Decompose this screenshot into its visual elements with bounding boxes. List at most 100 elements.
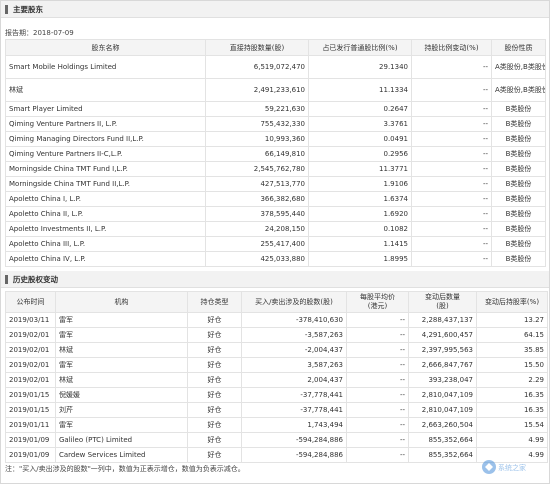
column-header: 持股比例变动(%) xyxy=(411,39,492,56)
change-after-quantity: 855,352,664 xyxy=(408,432,477,448)
holder-share-type: B类股份 xyxy=(491,236,546,252)
change-avg-price: -- xyxy=(346,312,409,328)
change-avg-price: -- xyxy=(346,387,409,403)
change-avg-price: -- xyxy=(346,372,409,388)
change-date: 2019/01/11 xyxy=(5,417,56,433)
holder-name: Qiming Venture Partners II-C,L.P. xyxy=(5,146,206,162)
holder-name: Apoletto China I, L.P. xyxy=(5,191,206,207)
column-header: 股份性质 xyxy=(491,39,546,56)
holder-percent: 1.8995 xyxy=(308,251,412,267)
table-header-row: 公布时间 机构 持仓类型 买入/卖出涉及的股数(股) 每股平均价 (港元) 变动后数量 (股)… xyxy=(5,291,548,313)
holder-name: Apoletto China IV, L.P. xyxy=(5,251,206,267)
change-institution: 倪媛媛 xyxy=(55,387,188,403)
change-after-quantity: 2,397,995,563 xyxy=(408,342,477,358)
change-avg-price: -- xyxy=(346,327,409,343)
holder-change: -- xyxy=(411,131,492,147)
change-avg-price: -- xyxy=(346,447,409,463)
holder-name: Apoletto China III, L.P. xyxy=(5,236,206,252)
change-quantity: -3,587,263 xyxy=(241,327,347,343)
change-avg-price: -- xyxy=(346,402,409,418)
holder-name: Qiming Managing Directors Fund II,L.P. xyxy=(5,131,206,147)
holder-change: -- xyxy=(411,191,492,207)
holder-shares: 2,545,762,780 xyxy=(205,161,309,177)
holder-name: Smart Mobile Holdings Limited xyxy=(5,55,206,79)
change-quantity: 1,743,494 xyxy=(241,417,347,433)
holder-percent: 11.1334 xyxy=(308,78,412,102)
holder-change: -- xyxy=(411,146,492,162)
column-header: 持仓类型 xyxy=(187,291,242,313)
table-row: 2019/01/09 Galileo (PTC) Limited 好仓 -594,28… xyxy=(5,432,548,448)
report-date: 报告期：2018-07-09 xyxy=(5,29,74,37)
holder-percent: 29.1340 xyxy=(308,55,412,79)
change-after-rate: 15.54 xyxy=(476,417,548,433)
table-row: 2019/03/11 雷军 好仓 -378,410,630 -- 2,288,437,13… xyxy=(5,312,548,328)
table-row: Apoletto China III, L.P. 255,417,400 1.141… xyxy=(5,236,546,252)
major-holders-table: 股东名称 直接持股数量(股) 占已发行普通股比例(%) 持股比例变动(%) 股份性质 S… xyxy=(5,39,546,267)
column-header: 机构 xyxy=(55,291,188,313)
table-row: Smart Player Limited 59,221,630 0.2647 -- B类… xyxy=(5,101,546,117)
holder-shares: 59,221,630 xyxy=(205,101,309,117)
change-quantity: -378,410,630 xyxy=(241,312,347,328)
holder-share-type: A类股份,B类股份 xyxy=(491,78,546,102)
change-institution: 雷军 xyxy=(55,312,188,328)
holder-share-type: B类股份 xyxy=(491,161,546,177)
watermark-logo: 系统之家 xyxy=(482,460,526,474)
change-position-type: 好仓 xyxy=(187,357,242,373)
section-marker-icon xyxy=(5,274,8,284)
table-header-row: 股东名称 直接持股数量(股) 占已发行普通股比例(%) 持股比例变动(%) 股份性质 xyxy=(5,39,546,56)
change-institution: 雷军 xyxy=(55,417,188,433)
change-position-type: 好仓 xyxy=(187,387,242,403)
holder-name: Qiming Venture Partners II, L.P. xyxy=(5,116,206,132)
column-header: 买入/卖出涉及的股数(股) xyxy=(241,291,347,313)
change-date: 2019/01/15 xyxy=(5,402,56,418)
change-quantity: 2,004,437 xyxy=(241,372,347,388)
equity-changes-table: 公布时间 机构 持仓类型 买入/卖出涉及的股数(股) 每股平均价 (港元) 变动后数量 (股)… xyxy=(5,291,548,463)
holder-percent: 1.1415 xyxy=(308,236,412,252)
change-after-quantity: 2,666,847,767 xyxy=(408,357,477,373)
holder-change: -- xyxy=(411,236,492,252)
change-after-quantity: 2,810,047,109 xyxy=(408,387,477,403)
holder-shares: 66,149,810 xyxy=(205,146,309,162)
change-after-quantity: 4,291,600,457 xyxy=(408,327,477,343)
change-after-quantity: 2,288,437,137 xyxy=(408,312,477,328)
table-row: Apoletto Investments II, L.P. 24,208,150 0… xyxy=(5,221,546,237)
table-row: Morningside China TMT Fund I,L.P. 2,545,7… xyxy=(5,161,546,177)
change-quantity: -37,778,441 xyxy=(241,387,347,403)
holder-share-type: B类股份 xyxy=(491,176,546,192)
holder-change: -- xyxy=(411,116,492,132)
holder-name: Morningside China TMT Fund I,L.P. xyxy=(5,161,206,177)
holder-name: Apoletto China II, L.P. xyxy=(5,206,206,222)
column-header: 股东名称 xyxy=(5,39,206,56)
change-date: 2019/01/15 xyxy=(5,387,56,403)
holder-share-type: B类股份 xyxy=(491,116,546,132)
column-header: 直接持股数量(股) xyxy=(205,39,309,56)
column-header: 变动后数量 (股) xyxy=(408,291,477,313)
holder-share-type: A类股份,B类股份 xyxy=(491,55,546,79)
column-header: 公布时间 xyxy=(5,291,56,313)
holder-share-type: B类股份 xyxy=(491,206,546,222)
holder-percent: 1.6374 xyxy=(308,191,412,207)
change-institution: 雷军 xyxy=(55,357,188,373)
holder-shares: 6,519,072,470 xyxy=(205,55,309,79)
change-date: 2019/02/01 xyxy=(5,342,56,358)
holder-name: Apoletto Investments II, L.P. xyxy=(5,221,206,237)
table-row: Apoletto China II, L.P. 378,595,440 1.6920… xyxy=(5,206,546,222)
change-institution: Galileo (PTC) Limited xyxy=(55,432,188,448)
change-after-quantity: 2,663,260,504 xyxy=(408,417,477,433)
holder-shares: 2,491,233,610 xyxy=(205,78,309,102)
change-after-rate: 16.35 xyxy=(476,387,548,403)
change-avg-price: -- xyxy=(346,432,409,448)
holder-shares: 10,993,360 xyxy=(205,131,309,147)
change-after-rate: 16.35 xyxy=(476,402,548,418)
section-header-history: 历史股权变动 xyxy=(1,271,549,288)
change-quantity: -2,004,437 xyxy=(241,342,347,358)
holder-shares: 378,595,440 xyxy=(205,206,309,222)
holder-percent: 1.6920 xyxy=(308,206,412,222)
change-quantity: 3,587,263 xyxy=(241,357,347,373)
holder-percent: 3.3761 xyxy=(308,116,412,132)
section-title: 主要股东 xyxy=(13,4,43,14)
change-after-rate: 4.99 xyxy=(476,432,548,448)
table-row: Qiming Managing Directors Fund II,L.P. 10… xyxy=(5,131,546,147)
holder-name: Morningside China TMT Fund II,L.P. xyxy=(5,176,206,192)
change-avg-price: -- xyxy=(346,417,409,433)
